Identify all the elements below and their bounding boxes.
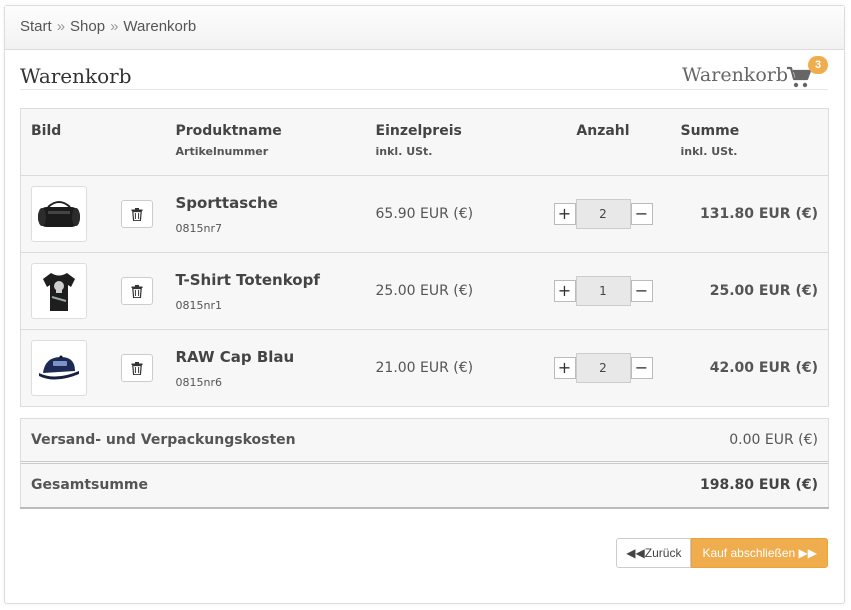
action-buttons: ◀◀Zurück Kauf abschließen ▶▶: [616, 538, 828, 568]
increase-quantity-button[interactable]: +: [553, 203, 576, 225]
breadcrumb-separator: »: [110, 18, 119, 35]
trash-icon: [131, 284, 142, 298]
quantity-cell: + 2 −: [535, 329, 671, 407]
checkout-button-label: Kauf abschließen: [702, 546, 796, 560]
cart-count-badge: 3: [808, 56, 828, 74]
column-header-product-number: Artikelnummer: [175, 145, 269, 158]
total-value: 198.80 EUR (€): [564, 462, 829, 509]
table-row: T-Shirt Totenkopf 0815nr1 25.00 EUR (€) …: [20, 252, 829, 330]
unit-price: 21.00 EUR (€): [365, 329, 536, 407]
totals-table: Versand- und Verpackungskosten 0.00 EUR …: [20, 418, 829, 509]
product-image[interactable]: [31, 263, 87, 319]
column-header-product-name: Produktname: [175, 123, 282, 139]
quantity-input[interactable]: 1: [575, 276, 631, 306]
product-name[interactable]: T-Shirt Totenkopf: [176, 271, 356, 289]
product-number: 0815nr6: [175, 375, 223, 389]
row-sum: 131.80 EUR (€): [670, 175, 829, 253]
bag-icon: [38, 201, 80, 227]
product-name[interactable]: RAW Cap Blau: [176, 348, 356, 366]
column-header-unit-price-sub: inkl. USt.: [375, 145, 433, 158]
table-header-row: Bild Produktname Artikelnummer Einzelpre…: [20, 108, 829, 176]
product-cell: T-Shirt Totenkopf 0815nr1: [165, 252, 366, 330]
tshirt-icon: [43, 273, 75, 311]
total-label: Gesamtsumme: [20, 462, 565, 509]
decrease-quantity-button[interactable]: −: [630, 203, 653, 225]
total-row: Gesamtsumme 198.80 EUR (€): [20, 462, 829, 509]
decrease-quantity-button[interactable]: −: [630, 357, 653, 379]
increase-quantity-button[interactable]: +: [553, 280, 576, 302]
remove-item-button[interactable]: [120, 200, 153, 228]
product-cell: RAW Cap Blau 0815nr6: [165, 329, 366, 407]
column-header-product: Produktname Artikelnummer: [165, 108, 366, 176]
remove-cell: [110, 329, 166, 407]
product-image-cell: [20, 252, 111, 330]
quantity-input[interactable]: 2: [575, 353, 631, 383]
cart-table: Bild Produktname Artikelnummer Einzelpre…: [20, 108, 829, 407]
quantity-stepper: + 2 −: [546, 199, 661, 229]
quantity-cell: + 1 −: [535, 252, 671, 330]
product-image-cell: [20, 175, 111, 253]
breadcrumb-current: Warenkorb: [123, 18, 197, 35]
backward-icon: ◀◀: [626, 546, 645, 560]
column-header-unit-price: Einzelpreis inkl. USt.: [365, 108, 536, 176]
quantity-cell: + 2 −: [535, 175, 671, 253]
breadcrumb: Start» Shop» Warenkorb: [5, 6, 844, 50]
unit-price: 65.90 EUR (€): [365, 175, 536, 253]
forward-icon: ▶▶: [798, 546, 817, 560]
title-row: Warenkorb Warenkorb 3: [20, 56, 828, 90]
product-number: 0815nr7: [175, 221, 223, 235]
column-header-sum-sub: inkl. USt.: [680, 145, 738, 158]
product-image-cell: [20, 329, 111, 407]
shipping-label: Versand- und Verpackungskosten: [20, 418, 565, 464]
quantity-stepper: + 2 −: [546, 353, 661, 383]
cart-card: Start» Shop» Warenkorb Warenkorb Warenkorb…: [4, 5, 845, 604]
table-row: RAW Cap Blau 0815nr6 21.00 EUR (€) + 2 −…: [20, 329, 829, 407]
remove-item-button[interactable]: [120, 277, 153, 305]
unit-price: 25.00 EUR (€): [365, 252, 536, 330]
column-header-unit-price-label: Einzelpreis: [375, 123, 462, 139]
shipping-row: Versand- und Verpackungskosten 0.00 EUR …: [20, 418, 829, 464]
remove-item-button[interactable]: [120, 354, 153, 382]
breadcrumb-shop[interactable]: Shop: [70, 18, 105, 35]
shipping-value: 0.00 EUR (€): [564, 418, 829, 464]
product-image[interactable]: [31, 186, 87, 242]
back-button[interactable]: ◀◀Zurück: [616, 538, 692, 568]
column-header-image: Bild: [20, 108, 111, 176]
breadcrumb-separator: »: [56, 18, 66, 35]
cart-link[interactable]: Warenkorb: [682, 64, 788, 86]
product-number: 0815nr1: [175, 298, 223, 312]
column-header-empty: [110, 108, 166, 176]
trash-icon: [131, 207, 142, 221]
row-sum: 42.00 EUR (€): [670, 329, 829, 407]
page-title: Warenkorb: [20, 64, 132, 88]
quantity-stepper: + 1 −: [546, 276, 661, 306]
column-header-sum: Summe inkl. USt.: [670, 108, 829, 176]
remove-cell: [110, 175, 166, 253]
row-sum: 25.00 EUR (€): [670, 252, 829, 330]
checkout-button[interactable]: Kauf abschließen ▶▶: [691, 538, 828, 568]
increase-quantity-button[interactable]: +: [553, 357, 576, 379]
product-cell: Sporttasche 0815nr7: [165, 175, 366, 253]
product-name[interactable]: Sporttasche: [176, 194, 356, 212]
cap-icon: [39, 355, 79, 380]
trash-icon: [131, 361, 142, 375]
column-header-sum-label: Summe: [680, 123, 740, 139]
column-header-quantity: Anzahl: [535, 108, 671, 176]
breadcrumb-start[interactable]: Start: [20, 18, 52, 35]
remove-cell: [110, 252, 166, 330]
decrease-quantity-button[interactable]: −: [630, 280, 653, 302]
table-row: Sporttasche 0815nr7 65.90 EUR (€) + 2 − …: [20, 175, 829, 253]
back-button-label: Zurück: [644, 546, 682, 560]
product-image[interactable]: [31, 340, 87, 396]
quantity-input[interactable]: 2: [575, 199, 631, 229]
